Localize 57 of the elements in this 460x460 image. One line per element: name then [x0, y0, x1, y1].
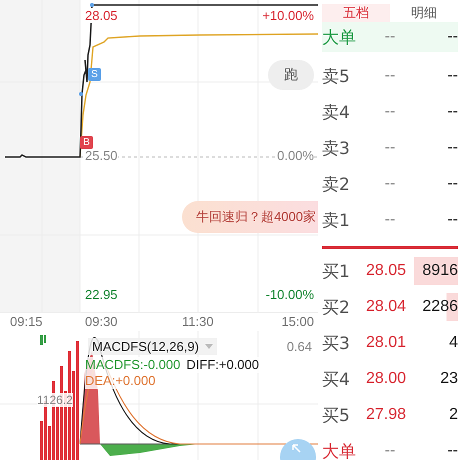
tab[interactable]: 明细 — [390, 4, 458, 22]
point-marker — [90, 3, 94, 7]
price-label: 28.05 — [85, 8, 118, 23]
price: -- — [384, 175, 396, 193]
price-label: 0.00% — [277, 148, 314, 163]
caret-icon — [204, 344, 213, 349]
indicator-value: DIFF:+0.000 — [186, 357, 259, 373]
price-label: +10.00% — [262, 8, 314, 23]
price-label: 22.95 — [85, 287, 118, 302]
price-label: -10.00% — [266, 287, 314, 302]
volume-label: 1126.2 — [37, 393, 73, 407]
point-marker — [79, 92, 83, 96]
row-label: 卖5 — [322, 66, 351, 88]
indicator-value: MACDFS:-0.000 — [85, 357, 180, 373]
price: -- — [384, 67, 396, 85]
row-label: 买2 — [322, 296, 351, 318]
row-label: 卖4 — [322, 102, 351, 124]
trade-marker: B — [80, 136, 93, 149]
row-label: 大单 — [322, 26, 357, 48]
run-button[interactable]: 跑 — [268, 60, 314, 90]
row-label: 卖2 — [322, 174, 351, 196]
news-banner[interactable]: 牛回速归？超4000家 — [182, 201, 318, 233]
price: -- — [384, 103, 396, 121]
indicator-dropdown[interactable]: MACDFS(12,26,9) — [88, 338, 217, 355]
price: -- — [384, 442, 396, 460]
row-label: 大单 — [322, 440, 357, 460]
volume: -- — [446, 28, 458, 46]
row-label: 买4 — [322, 368, 351, 390]
volume: 8916 — [414, 257, 458, 285]
row-label: 买1 — [322, 260, 351, 282]
time-label: 15:00 — [281, 314, 314, 329]
row-label: 卖1 — [322, 210, 351, 232]
volume: -- — [446, 211, 458, 229]
volume: -- — [446, 442, 458, 460]
price: 28.04 — [366, 298, 408, 316]
row-label: 卖3 — [322, 138, 351, 160]
price: 28.01 — [366, 334, 408, 352]
price: -- — [384, 139, 396, 157]
price: -- — [384, 211, 396, 229]
volume: -- — [446, 175, 458, 193]
trade-marker: S — [88, 68, 101, 81]
price-label: 25.50 — [85, 148, 118, 163]
axis-label: 0.64 — [286, 339, 312, 354]
price: 27.98 — [366, 406, 408, 424]
row-label: 买5 — [322, 404, 351, 426]
volume: -- — [446, 139, 458, 157]
indicator-value: DEA:+0.000 — [85, 373, 156, 389]
time-label: 09:30 — [85, 314, 118, 329]
volume: -- — [446, 103, 458, 121]
row-label: 买3 — [322, 332, 351, 354]
tab[interactable]: 五档 — [322, 4, 390, 22]
price: 28.00 — [366, 370, 408, 388]
price: -- — [384, 28, 396, 46]
time-label: 09:15 — [10, 314, 43, 329]
time-label: 11:30 — [182, 314, 214, 329]
volume: -- — [446, 67, 458, 85]
price: 28.05 — [366, 262, 408, 280]
